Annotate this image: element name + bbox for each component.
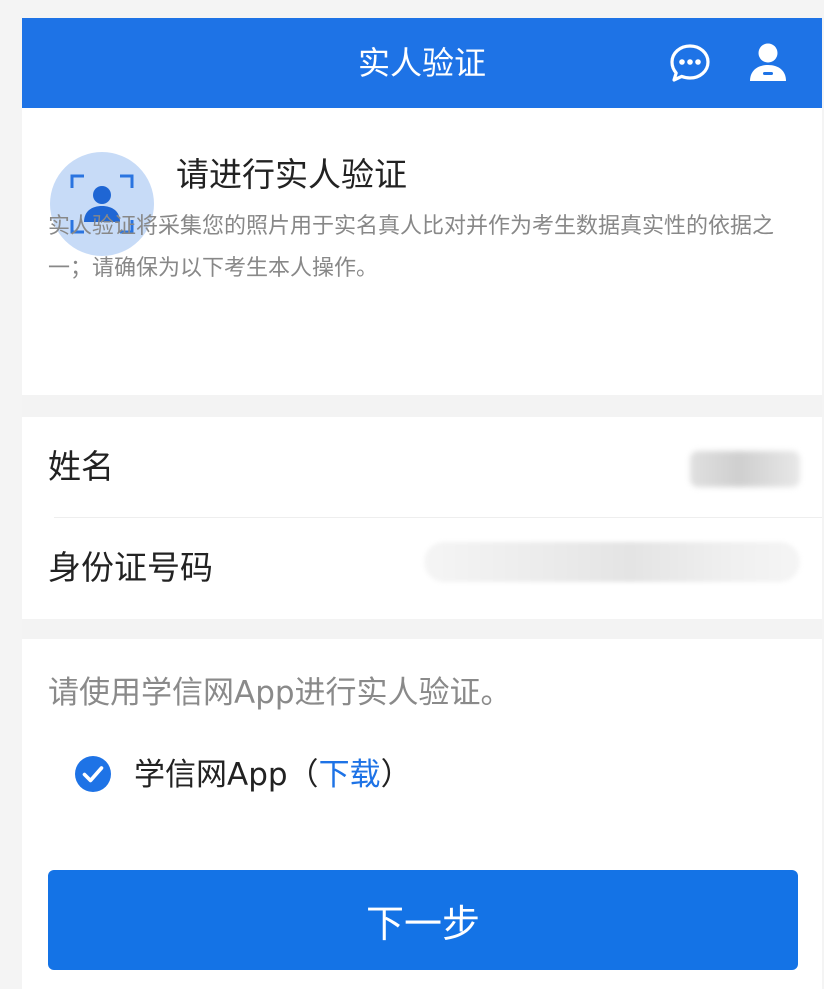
chat-bubble-icon[interactable] <box>667 40 713 86</box>
intro-section: 请进行实人验证 实人验证将采集您的照片用于实名真人比对并作为考生数据真实性的依据… <box>22 108 822 395</box>
next-button[interactable]: 下一步 <box>48 870 798 970</box>
id-number-value-redacted <box>424 542 800 582</box>
name-value-redacted <box>690 451 800 487</box>
name-row: 姓名 <box>22 417 822 517</box>
verification-method: 请使用学信网App进行实人验证。 学信网App（下载） <box>22 639 822 869</box>
page-frame: 实人验证 请进行实人验证 实人验证将采集您的照片用于实名真人比对并作为考生数据真… <box>22 18 822 989</box>
user-icon[interactable] <box>745 40 791 86</box>
section-divider <box>22 395 822 417</box>
header-bar: 实人验证 <box>22 18 822 108</box>
section-divider <box>22 619 822 639</box>
app-option-label: 学信网App（ <box>134 757 319 793</box>
check-circle-icon[interactable] <box>74 755 112 793</box>
name-label: 姓名 <box>48 447 114 486</box>
id-number-label: 身份证号码 <box>48 548 213 587</box>
method-hint: 请使用学信网App进行实人验证。 <box>48 675 512 711</box>
intro-title: 请进行实人验证 <box>176 155 407 194</box>
app-option-suffix: ） <box>380 757 412 793</box>
intro-description: 实人验证将采集您的照片用于实名真人比对并作为考生数据真实性的依据之一；请确保为以… <box>48 214 775 281</box>
app-option-label-row: 学信网App（下载） <box>134 751 412 799</box>
id-number-row: 身份证号码 <box>22 518 822 618</box>
download-link[interactable]: 下载 <box>319 757 381 793</box>
identity-info: 姓名 身份证号码 <box>22 417 822 619</box>
